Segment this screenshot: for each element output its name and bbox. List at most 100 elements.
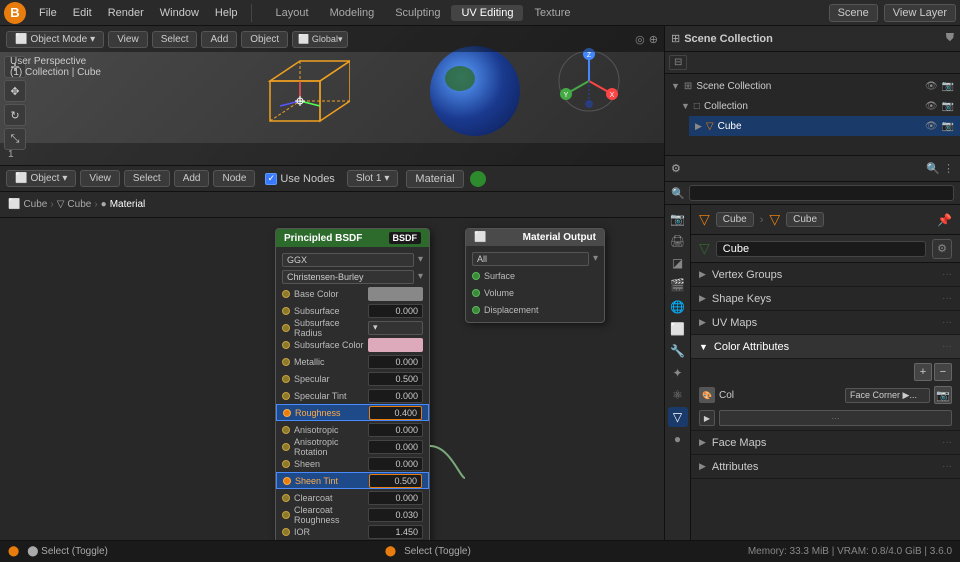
props-settings-icon[interactable]: ⋮: [943, 162, 954, 175]
section-uv-maps[interactable]: ▶ UV Maps ···: [691, 311, 960, 335]
tab-sculpting[interactable]: Sculpting: [385, 5, 450, 21]
color-attr-type[interactable]: Face Corner ▶...: [845, 388, 930, 403]
tree-cube[interactable]: ▶ ▽ Cube 👁 📷: [689, 116, 960, 136]
specular-field[interactable]: 0.500: [368, 372, 423, 386]
material-label[interactable]: Material: [406, 170, 463, 188]
use-nodes-toggle[interactable]: ✓ Use Nodes: [265, 173, 334, 185]
specular-tint-field[interactable]: 0.000: [368, 389, 423, 403]
roughness-field[interactable]: 0.400: [369, 406, 422, 420]
tab-uv-editing[interactable]: UV Editing: [451, 5, 523, 21]
tree-scene-collection[interactable]: ▼ ⊞ Scene Collection 👁 📷: [665, 76, 960, 96]
subsurface-color-field[interactable]: [368, 338, 423, 352]
tab-material[interactable]: ●: [668, 429, 688, 449]
menu-help[interactable]: Help: [208, 5, 245, 21]
distribution-dropdown[interactable]: GGX: [282, 253, 414, 267]
remove-color-attr-btn[interactable]: −: [934, 363, 952, 381]
section-face-maps[interactable]: ▶ Face Maps ···: [691, 431, 960, 455]
view-layer-label[interactable]: View Layer: [884, 4, 956, 22]
menu-edit[interactable]: Edit: [66, 5, 99, 21]
checkbox-use-nodes[interactable]: ✓: [265, 173, 277, 185]
breadcrumb-cube1[interactable]: Cube: [23, 199, 47, 210]
transform-selector[interactable]: ⬜ Global▾: [292, 31, 348, 48]
sheen-tint-field[interactable]: 0.500: [369, 474, 422, 488]
menu-file[interactable]: File: [32, 5, 64, 21]
object-menu[interactable]: Object: [241, 31, 288, 48]
scene-coll-camera[interactable]: 📷: [942, 81, 954, 92]
slot-selector[interactable]: Slot 1▾: [347, 170, 399, 187]
tab-output[interactable]: 🖨: [668, 231, 688, 251]
cube-camera[interactable]: 📷: [942, 121, 954, 132]
subsurface-method-dropdown[interactable]: Christensen-Burley: [282, 270, 414, 284]
view-menu[interactable]: View: [108, 31, 148, 48]
shader-node-menu[interactable]: Node: [213, 170, 255, 187]
anisotropic-field[interactable]: 0.000: [368, 423, 423, 437]
clearcoat-rough-field[interactable]: 0.030: [368, 508, 423, 522]
tab-layout[interactable]: Layout: [266, 5, 319, 21]
mode-selector[interactable]: ⬜ Object Mode ▾: [6, 31, 104, 48]
sheen-field[interactable]: 0.000: [368, 457, 423, 471]
tab-physics[interactable]: ⚛: [668, 385, 688, 405]
coll-eye[interactable]: 👁: [925, 101, 938, 112]
tab-world[interactable]: 🌐: [668, 297, 688, 317]
mat-target-dropdown[interactable]: All: [472, 252, 589, 266]
viewport-3d[interactable]: ⬜ Object Mode ▾ View Select Add Object ⬜…: [0, 26, 664, 166]
metallic-field[interactable]: 0.000: [368, 355, 423, 369]
tab-modeling[interactable]: Modeling: [320, 5, 385, 21]
section-color-attrs[interactable]: ▼ Color Attributes ···: [691, 335, 960, 359]
color-attr-dots-btn[interactable]: ···: [719, 410, 952, 426]
clearcoat-field[interactable]: 0.000: [368, 491, 423, 505]
breadcrumb-material[interactable]: Material: [110, 199, 146, 210]
scene-coll-eye[interactable]: 👁: [925, 81, 938, 92]
rotate-tool[interactable]: ↻: [4, 104, 26, 126]
prop-cube1-name[interactable]: Cube: [716, 212, 754, 227]
scale-tool[interactable]: ⤡: [4, 128, 26, 150]
menu-render[interactable]: Render: [101, 5, 151, 21]
new-material-btn[interactable]: [470, 171, 486, 187]
tree-collection[interactable]: ▼ □ Collection 👁 📷: [675, 96, 960, 116]
tab-object[interactable]: ⬜: [668, 319, 688, 339]
tab-data[interactable]: ▽: [668, 407, 688, 427]
overlay-icon[interactable]: ◎: [635, 33, 645, 46]
search-input[interactable]: [689, 185, 954, 201]
select-menu[interactable]: Select: [152, 31, 198, 48]
slot-label[interactable]: Slot 1▾: [347, 170, 399, 187]
obj-settings-btn[interactable]: ⚙: [932, 239, 952, 259]
prop-cube2-name[interactable]: Cube: [786, 212, 824, 227]
object-name-field[interactable]: Cube: [716, 241, 926, 257]
tab-texture[interactable]: Texture: [524, 5, 580, 21]
props-search-icon[interactable]: 🔍: [926, 162, 940, 175]
cube-eye[interactable]: 👁: [925, 121, 938, 132]
subsurface-field[interactable]: 0.000: [368, 304, 423, 318]
anisotropic-rot-field[interactable]: 0.000: [368, 440, 423, 454]
add-menu[interactable]: Add: [201, 31, 237, 48]
gizmo-icon[interactable]: ⊕: [649, 33, 658, 46]
scene-label[interactable]: Scene: [829, 4, 878, 22]
outliner-filter-icon[interactable]: ⛊: [946, 32, 954, 45]
base-color-field[interactable]: [368, 287, 423, 301]
shader-mode-btn[interactable]: ⬜ Object▾: [6, 170, 76, 187]
tab-particles[interactable]: ✦: [668, 363, 688, 383]
tab-render[interactable]: 📷: [668, 209, 688, 229]
menu-window[interactable]: Window: [153, 5, 206, 21]
outliner-display-btn[interactable]: ⊟: [669, 55, 687, 70]
move-tool[interactable]: ✥: [4, 80, 26, 102]
material-output-node[interactable]: ⬜ Material Output All ▾ Surface: [465, 228, 605, 323]
subsurface-radius-field[interactable]: ▾: [368, 321, 423, 335]
shader-view-menu[interactable]: View: [80, 170, 120, 187]
tab-view-layer[interactable]: ◪: [668, 253, 688, 273]
principled-bsdf-node[interactable]: Principled BSDF BSDF GGX ▾ Christensen-B…: [275, 228, 430, 540]
shader-add-menu[interactable]: Add: [174, 170, 210, 187]
blender-logo[interactable]: B: [4, 2, 26, 24]
section-shape-keys[interactable]: ▶ Shape Keys ···: [691, 287, 960, 311]
shader-select-menu[interactable]: Select: [124, 170, 170, 187]
tab-modifier[interactable]: 🔧: [668, 341, 688, 361]
add-color-attr-btn[interactable]: +: [914, 363, 932, 381]
ior-field[interactable]: 1.450: [368, 525, 423, 539]
props-pin-btn[interactable]: 📌: [937, 213, 952, 227]
nav-gizmo[interactable]: Z X Y: [554, 46, 624, 116]
shader-canvas[interactable]: Principled BSDF BSDF GGX ▾ Christensen-B…: [0, 218, 664, 540]
color-attr-play-btn[interactable]: ▶: [699, 410, 715, 426]
coll-camera[interactable]: 📷: [942, 101, 954, 112]
tab-scene[interactable]: 🎬: [668, 275, 688, 295]
color-attr-camera-btn[interactable]: 📷: [934, 386, 952, 404]
